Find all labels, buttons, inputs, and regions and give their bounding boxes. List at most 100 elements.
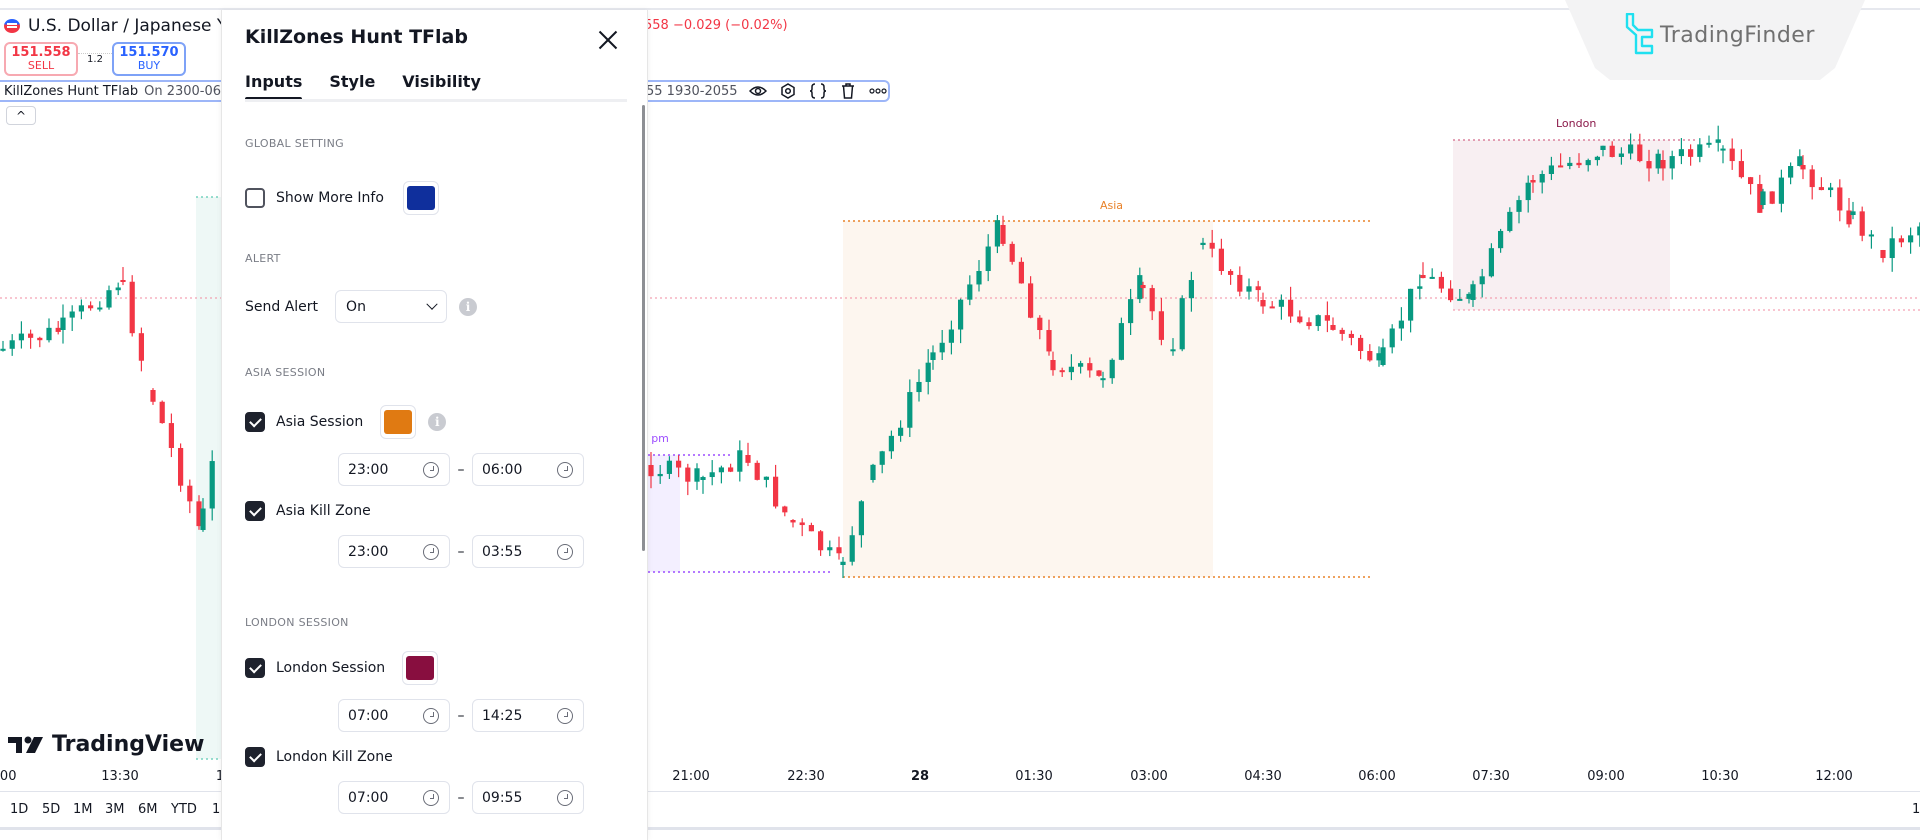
london-session-color-picker[interactable] [402,651,439,685]
range-button-1[interactable]: 1 [212,802,220,817]
clock-icon [423,461,439,478]
candle-up [907,392,913,428]
candle-up [209,461,215,509]
info-icon[interactable]: i [459,297,478,316]
indicator-legend[interactable]: KillZones Hunt TFlab On 2300-060 [0,80,222,102]
eye-icon[interactable] [748,82,768,100]
candle-down [28,333,34,338]
candle-up [97,307,103,310]
candle-down [1358,337,1364,352]
close-icon[interactable] [596,28,620,52]
london-kill-zone-checkbox[interactable] [245,747,265,767]
asia-session-end-input[interactable]: 06:00 [472,453,584,486]
candle-down [1237,274,1243,292]
candle-down [88,305,94,309]
candle-up [1516,200,1522,212]
asia-session-color-picker[interactable] [380,405,417,439]
tab-visibility[interactable]: Visibility [402,72,481,99]
more-icon[interactable] [868,82,888,100]
candle-up [939,342,945,353]
asia-kill-zone-checkbox[interactable] [245,501,265,521]
chevron-up-icon: ^ [15,108,27,123]
candle-up [1828,187,1834,191]
symbol-header[interactable]: U.S. Dollar / Japanese Y [4,16,227,36]
london-session-start-input[interactable]: 07:00 [338,699,450,732]
time-value: 23:00 [348,543,389,560]
candle-up [840,561,846,565]
asia-session-label: Asia [1100,199,1124,212]
candle-up [666,460,672,474]
candle-up [930,352,936,360]
candle-up [1488,248,1494,277]
range-button-ytd[interactable]: YTD [171,802,197,817]
london-kill-zone-end-input[interactable]: 09:55 [472,781,584,814]
range-button-6m[interactable]: 6M [138,802,158,817]
range-button-1m[interactable]: 1M [73,802,93,817]
candle-up [925,362,931,382]
candle-down [1738,161,1744,178]
london-kill-zone-label: London Kill Zone [276,749,393,765]
time-tick: 12:00 [1815,769,1853,784]
tab-inputs[interactable]: Inputs [245,72,303,101]
candle-up [1669,156,1675,169]
candle-up [700,477,706,480]
candle-down [1149,288,1155,312]
time-value: 09:55 [482,789,523,806]
london-session-label: London Session [276,660,386,676]
trash-icon[interactable] [838,82,858,100]
candle-up [1618,153,1624,157]
london-session-end-input[interactable]: 14:25 [472,699,584,732]
range-button-1d[interactable]: 1D [10,802,28,817]
candle-up [1908,235,1914,243]
candle-up [1470,284,1476,300]
candle-up [1389,328,1395,348]
candle-up [1507,211,1513,231]
candle-down [1018,261,1024,284]
range-button-3m[interactable]: 3M [105,802,125,817]
london-session-checkbox[interactable] [245,658,265,678]
candle-up [1697,144,1703,157]
section-asia-session: ASIA SESSION [245,366,326,379]
previous-session-box [196,197,221,759]
candle-up [898,427,904,436]
candle-down [1140,285,1146,289]
candle-up [1594,156,1600,161]
london-session-time-range: 07:00 – 14:25 [338,699,584,732]
candle-up [1498,230,1504,249]
indicator-args-tail: 55 1930-2055 [646,83,738,99]
dialog-scrollbar[interactable] [642,105,645,551]
sell-price: 151.558 [11,45,71,61]
show-more-info-checkbox[interactable] [245,188,265,208]
send-alert-select[interactable]: On [335,290,448,323]
candle-down [1037,317,1043,331]
collapse-legend-button[interactable]: ^ [6,106,36,125]
candle-down [676,460,682,468]
candle-down [120,280,126,282]
candle-down [1609,145,1615,157]
source-code-icon[interactable] [808,82,828,100]
time-value: 07:00 [348,707,389,724]
tradingview-watermark[interactable]: TradingView [8,732,204,757]
london-kill-zone-row: London Kill Zone [245,747,393,767]
settings-icon[interactable] [778,82,798,100]
buy-button[interactable]: 151.570 BUY [112,42,186,76]
asia-kill-zone-start-input[interactable]: 23:00 [338,535,450,568]
tab-style[interactable]: Style [329,72,375,99]
asia-session-box [843,221,1213,577]
candle-down [1260,300,1266,307]
candle-up [1628,144,1634,154]
asia-session-start-input[interactable]: 23:00 [338,453,450,486]
candle-down [818,531,824,551]
show-more-info-color-picker[interactable] [402,181,439,215]
candle-up [1429,276,1435,279]
asia-session-row: Asia Session i [245,405,447,439]
info-icon[interactable]: i [428,413,447,431]
sell-button[interactable]: 151.558 SELL [4,42,78,76]
candle-up [879,451,885,465]
asia-kill-zone-end-input[interactable]: 03:55 [472,535,584,568]
candle-up [967,284,973,300]
london-kill-zone-start-input[interactable]: 07:00 [338,781,450,814]
asia-session-checkbox[interactable] [245,412,265,432]
candle-up [0,348,6,351]
range-button-5d[interactable]: 5D [42,802,60,817]
